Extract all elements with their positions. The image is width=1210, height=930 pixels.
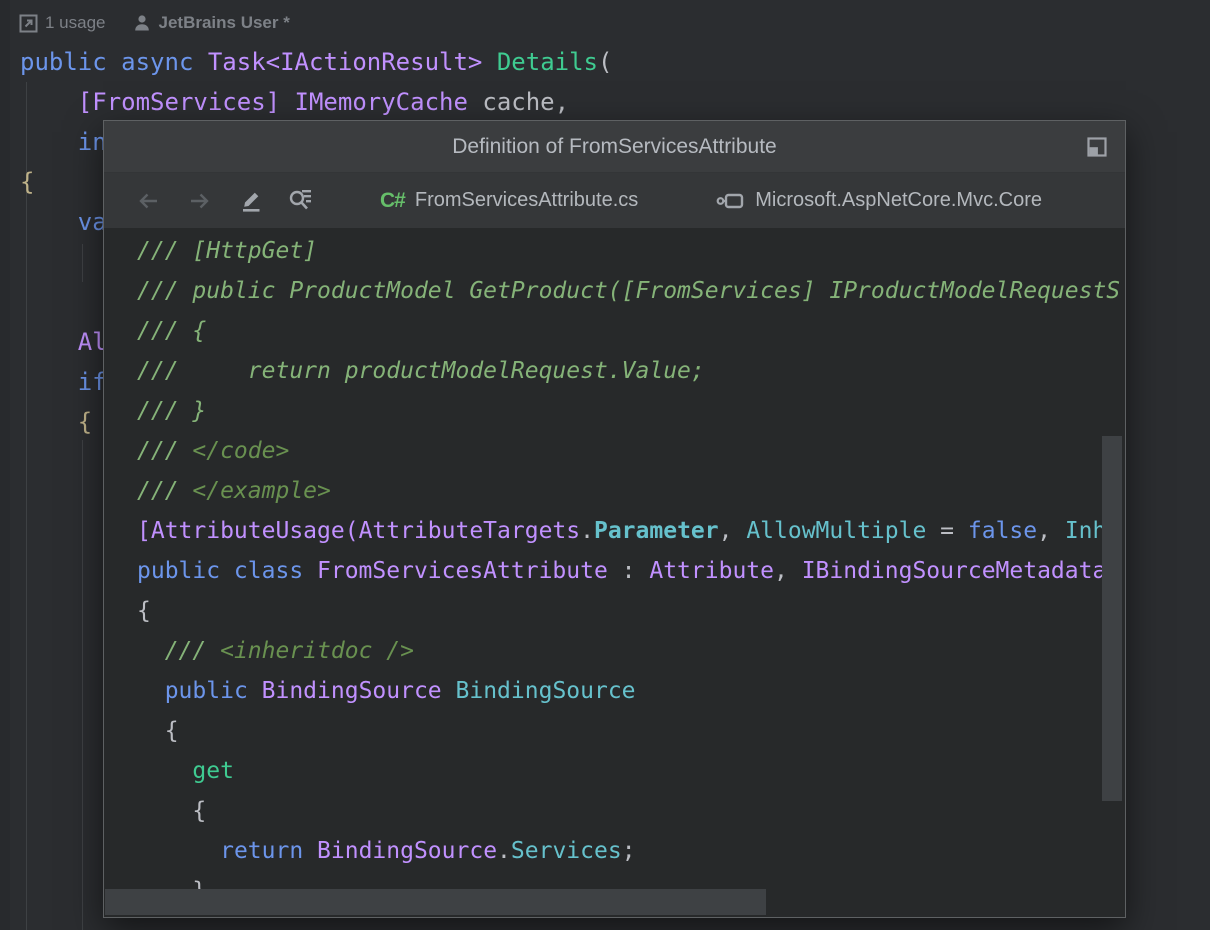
usages-icon[interactable] [19, 14, 38, 33]
vertical-scrollbar-thumb[interactable] [1102, 436, 1122, 801]
show-in-find-window-icon[interactable] [286, 187, 316, 215]
code-line: /// return productModelRequest.Value; [137, 351, 1125, 391]
popup-title: Definition of FromServicesAttribute [452, 135, 776, 159]
code-line: /// public ProductModel GetProduct([From… [137, 271, 1125, 311]
usages-inlay-hint[interactable]: 1 usage [45, 13, 106, 33]
ide-editor-screen: 1 usage JetBrains User * public async Ta… [0, 0, 1210, 930]
horizontal-scrollbar-thumb[interactable] [105, 889, 766, 915]
code-line: /// [HttpGet] [137, 231, 1125, 271]
code-line: { [137, 791, 1125, 831]
code-line: get [137, 751, 1125, 791]
definition-popup: Definition of FromServicesAttribute [103, 120, 1126, 918]
edit-source-icon[interactable] [238, 187, 264, 214]
code-line: [AttributeUsage(AttributeTargets.Paramet… [137, 511, 1125, 551]
vcs-author-inlay-hint[interactable]: JetBrains User * [159, 13, 290, 33]
open-as-tool-window-icon[interactable] [1085, 135, 1109, 159]
code-line: /// } [137, 391, 1125, 431]
indent-guide [82, 440, 83, 930]
popup-toolbar: C# FromServicesAttribute.cs Microsoft.As… [104, 173, 1125, 228]
popup-code[interactable]: /// [HttpGet]/// public ProductModel Get… [104, 229, 1125, 917]
code-line: { [137, 711, 1125, 751]
popup-file-name: FromServicesAttribute.cs [415, 189, 638, 212]
code-line: /// { [137, 311, 1125, 351]
code-line: /// </code> [137, 431, 1125, 471]
csharp-file-icon: C# [380, 189, 405, 213]
back-icon[interactable] [136, 190, 160, 212]
popup-title-bar[interactable]: Definition of FromServicesAttribute [104, 121, 1125, 173]
code-line: public async Task<IActionResult> Details… [20, 42, 612, 82]
code-line: [FromServices] IMemoryCache cache, [20, 82, 612, 122]
code-line: { [137, 591, 1125, 631]
code-line: /// </example> [137, 471, 1125, 511]
popup-assembly-name: Microsoft.AspNetCore.Mvc.Core [755, 189, 1042, 212]
code-line: public BindingSource BindingSource [137, 671, 1125, 711]
author-icon [132, 13, 152, 33]
code-line: public class FromServicesAttribute : Att… [137, 551, 1125, 591]
code-lens-row: 1 usage JetBrains User * [19, 6, 290, 40]
forward-icon[interactable] [188, 190, 212, 212]
code-line: /// <inheritdoc /> [137, 631, 1125, 671]
code-line: return BindingSource.Services; [137, 831, 1125, 871]
library-icon [716, 190, 745, 212]
editor-gutter-edge [0, 0, 10, 930]
